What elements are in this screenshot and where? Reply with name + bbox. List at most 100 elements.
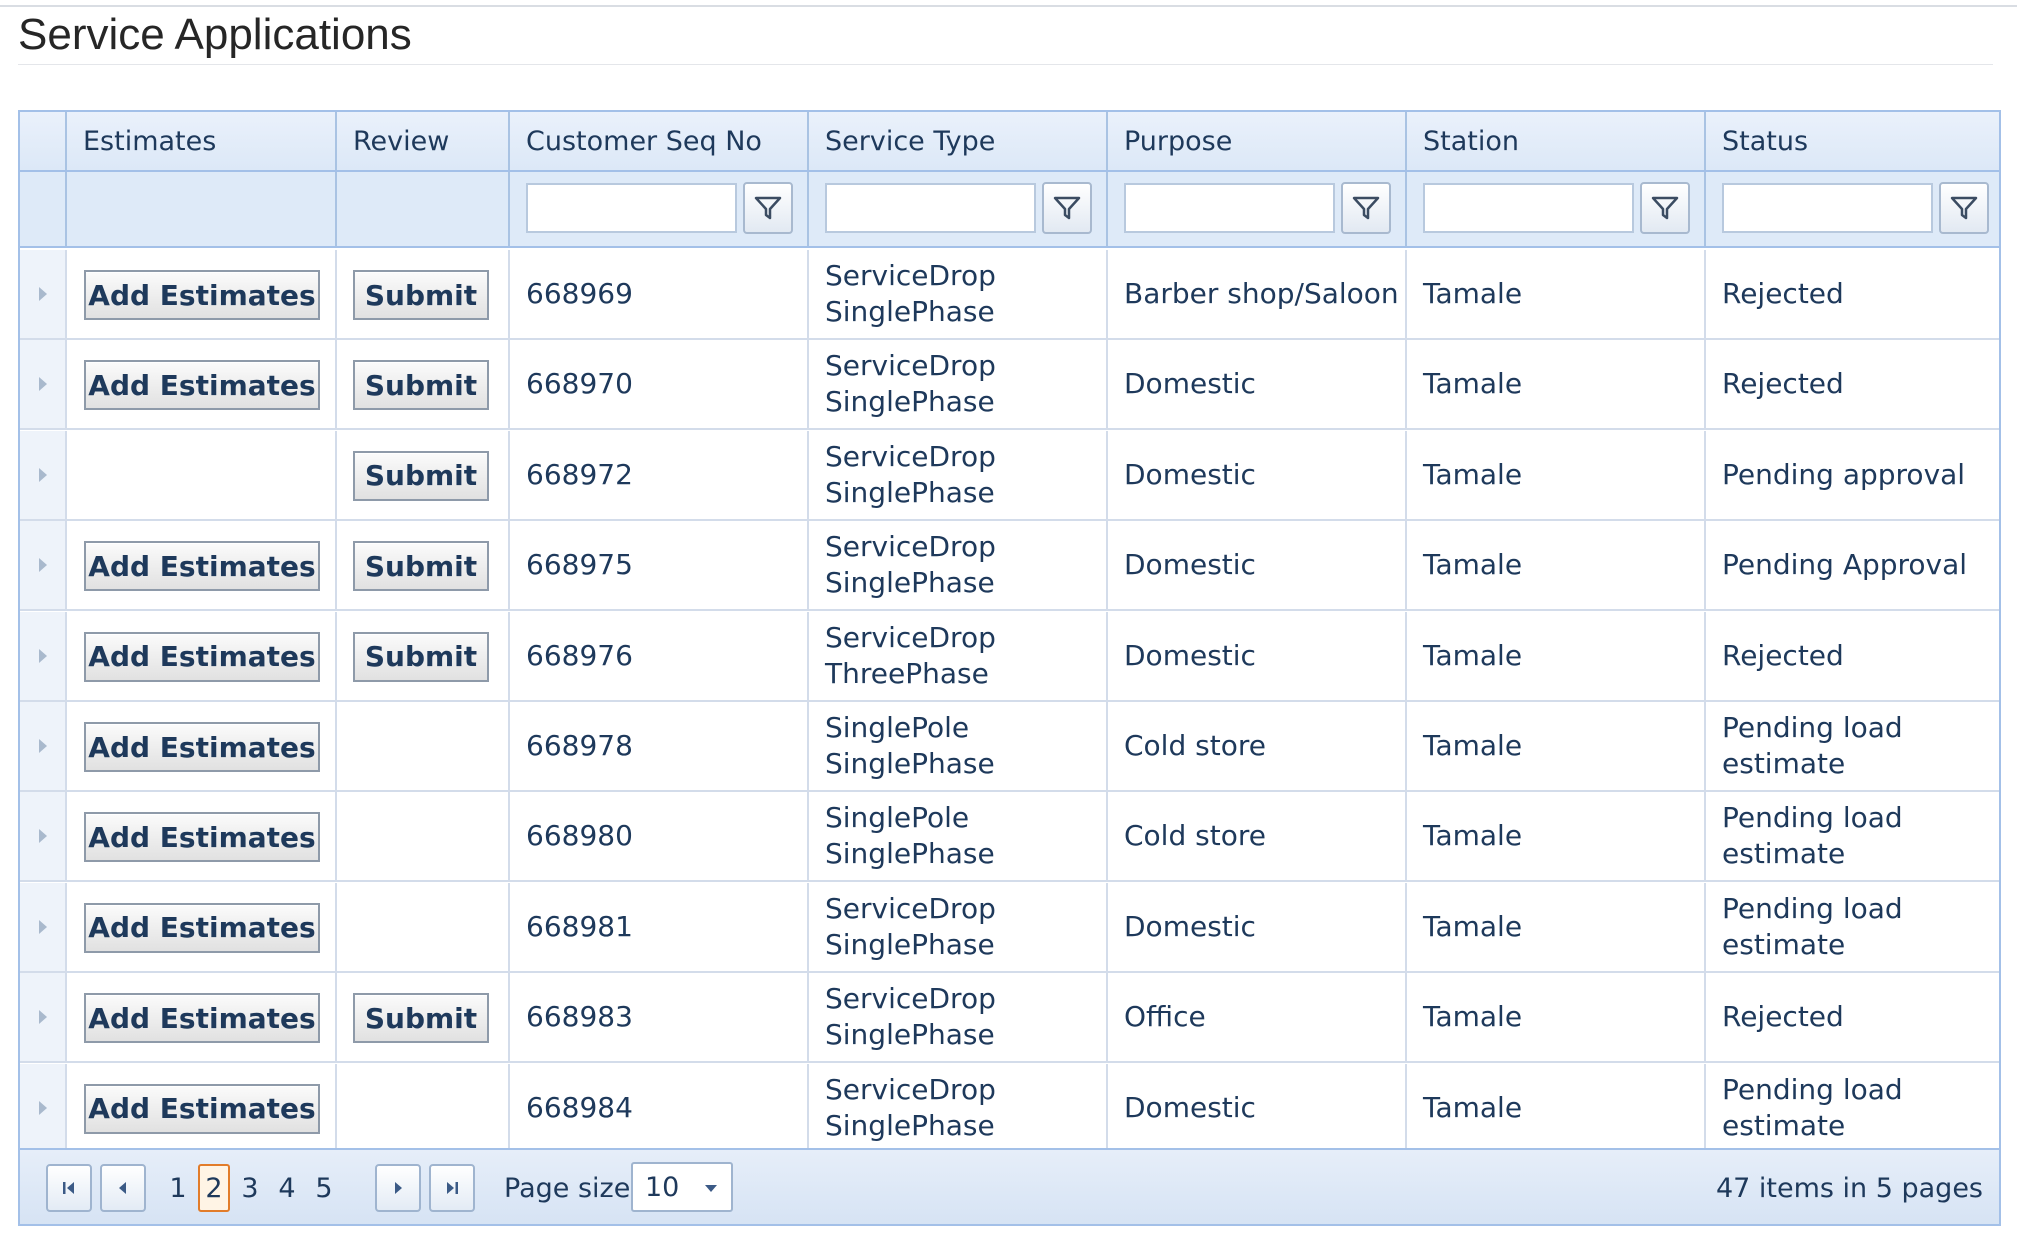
row-expand-cell[interactable] — [20, 521, 65, 610]
expand-arrow-icon — [38, 377, 47, 392]
page-link-3[interactable]: 3 — [234, 1164, 266, 1212]
cell-purpose-line: Domestic — [1124, 548, 1256, 582]
cell-customer-seq-no-line: 668980 — [526, 819, 633, 853]
row-expand-cell[interactable] — [20, 430, 65, 519]
filter-button-service-type[interactable] — [1042, 182, 1092, 234]
cell-status-text: Pending load estimate — [1706, 891, 1903, 963]
table-row[interactable]: Add Estimates 668981 ServiceDrop SinglePhas… — [20, 882, 1999, 973]
add-estimates-button[interactable]: Add Estimates — [84, 360, 320, 411]
cell-station-line: Tamale — [1423, 819, 1523, 853]
column-header-purpose[interactable]: Purpose — [1108, 112, 1405, 170]
last-page-button[interactable] — [429, 1164, 475, 1212]
table-row[interactable]: Submit 668972 ServiceDrop SinglePhase Domest… — [20, 430, 1999, 521]
filter-button-purpose[interactable] — [1341, 182, 1391, 234]
cell-station-text: Tamale — [1407, 547, 1522, 583]
cell-station: Tamale — [1407, 792, 1704, 880]
add-estimates-button[interactable]: Add Estimates — [84, 270, 320, 320]
filter-button-station[interactable] — [1640, 182, 1690, 234]
prev-page-button[interactable] — [100, 1164, 146, 1212]
cell-customer-seq-no: 668976 — [510, 612, 807, 700]
cell-service-type-text: ServiceDrop SinglePhase — [809, 529, 996, 601]
cell-customer-seq-no-line: 668981 — [526, 909, 633, 943]
add-estimates-button[interactable]: Add Estimates — [84, 722, 320, 772]
cell-status: Pending approval — [1706, 431, 1999, 519]
column-header-review[interactable]: Review — [337, 112, 508, 170]
row-expand-cell[interactable] — [20, 702, 65, 790]
table-row[interactable]: Add Estimates 668984 ServiceDrop SinglePhas… — [20, 1063, 1999, 1154]
filter-button-status[interactable] — [1939, 182, 1989, 234]
first-page-button[interactable] — [46, 1164, 92, 1212]
row-expand-cell[interactable] — [20, 340, 65, 429]
page-link-5[interactable]: 5 — [308, 1164, 340, 1212]
table-row[interactable]: Add Estimates 668978 SinglePole SinglePhase… — [20, 702, 1999, 792]
expand-arrow-icon — [38, 287, 47, 301]
cell-station-line: Tamale — [1423, 1000, 1523, 1034]
add-estimates-button[interactable]: Add Estimates — [84, 1083, 320, 1134]
cell-station-text: Tamale — [1407, 638, 1522, 674]
cell-service-type-text: ServiceDrop SinglePhase — [809, 258, 996, 330]
cell-customer-seq-no-text: 668969 — [510, 276, 633, 312]
grid-filter-row — [20, 172, 1999, 248]
col-divider — [508, 172, 510, 246]
page-link-2-current[interactable]: 2 — [198, 1164, 230, 1212]
row-expand-cell[interactable] — [20, 611, 65, 700]
cell-customer-seq-no-text: 668981 — [510, 909, 633, 945]
table-row[interactable]: Add Estimates Submit 668969 ServiceDrop Sing… — [20, 250, 1999, 340]
cell-service-type-line: SinglePhase — [825, 747, 995, 780]
row-expand-cell[interactable] — [20, 973, 65, 1062]
submit-button[interactable]: Submit — [353, 541, 489, 592]
submit-button[interactable]: Submit — [353, 270, 489, 320]
submit-button[interactable]: Submit — [353, 993, 489, 1044]
col-divider — [65, 1063, 67, 1152]
row-expand-cell[interactable] — [20, 250, 65, 338]
filter-input-status[interactable] — [1722, 183, 1933, 233]
column-header-status[interactable]: Status — [1706, 112, 1999, 170]
row-expand-cell[interactable] — [20, 882, 65, 971]
filter-icon — [1053, 196, 1081, 220]
table-row[interactable]: Add Estimates Submit 668976 ServiceDrop Thre… — [20, 611, 1999, 702]
expand-arrow-icon — [38, 829, 47, 844]
cell-status-line: estimate — [1722, 837, 1846, 871]
table-row[interactable]: Add Estimates Submit 668983 ServiceDrop Sing… — [20, 973, 1999, 1064]
table-row[interactable]: Add Estimates Submit 668970 ServiceDrop Sing… — [20, 340, 1999, 431]
page-size-select[interactable]: 10 — [631, 1162, 733, 1212]
column-header-label: Purpose — [1124, 125, 1233, 157]
submit-button[interactable]: Submit — [353, 450, 489, 501]
row-expand-cell[interactable] — [20, 1063, 65, 1152]
add-estimates-button[interactable]: Add Estimates — [84, 812, 320, 863]
cell-customer-seq-no: 668978 — [510, 702, 807, 790]
submit-button[interactable]: Submit — [353, 360, 489, 411]
add-estimates-button[interactable]: Add Estimates — [84, 993, 320, 1044]
add-estimates-button[interactable]: Add Estimates — [84, 902, 320, 953]
table-row[interactable]: Add Estimates Submit 668975 ServiceDrop Sing… — [20, 521, 1999, 612]
cell-status-line: Rejected — [1722, 277, 1844, 310]
cell-service-type-line: SinglePhase — [825, 1108, 995, 1142]
column-header-station[interactable]: Station — [1407, 112, 1704, 170]
filter-input-service-type[interactable] — [825, 183, 1036, 233]
cell-service-type: ServiceDrop SinglePhase — [809, 883, 1106, 971]
filter-input-station[interactable] — [1423, 183, 1634, 233]
cell-service-type-text: ServiceDrop SinglePhase — [809, 348, 996, 420]
cell-service-type-line: SinglePhase — [825, 837, 995, 871]
filter-button-customer-seq-no[interactable] — [743, 182, 793, 234]
add-estimates-button[interactable]: Add Estimates — [84, 541, 320, 592]
cell-customer-seq-no: 668981 — [510, 883, 807, 971]
cell-customer-seq-no: 668975 — [510, 521, 807, 609]
top-rule — [0, 5, 2017, 7]
row-expand-cell[interactable] — [20, 792, 65, 881]
page-link-4[interactable]: 4 — [271, 1164, 303, 1212]
table-row[interactable]: Add Estimates 668980 SinglePole SinglePhase… — [20, 792, 1999, 883]
add-estimates-button[interactable]: Add Estimates — [84, 631, 320, 682]
column-header-estimates[interactable]: Estimates — [67, 112, 335, 170]
column-header-service-type[interactable]: Service Type — [809, 112, 1106, 170]
cell-purpose: Barber shop/Saloon — [1108, 250, 1405, 338]
submit-button[interactable]: Submit — [353, 631, 489, 682]
next-page-button[interactable] — [375, 1164, 421, 1212]
cell-purpose-line: Domestic — [1124, 909, 1256, 943]
prev-page-icon — [119, 1182, 126, 1194]
filter-input-purpose[interactable] — [1124, 183, 1335, 233]
page-link-1[interactable]: 1 — [162, 1164, 194, 1212]
column-header-customer-seq-no[interactable]: Customer Seq No — [510, 112, 807, 170]
filter-input-customer-seq-no[interactable] — [526, 183, 737, 233]
cell-status-line: estimate — [1722, 747, 1846, 780]
